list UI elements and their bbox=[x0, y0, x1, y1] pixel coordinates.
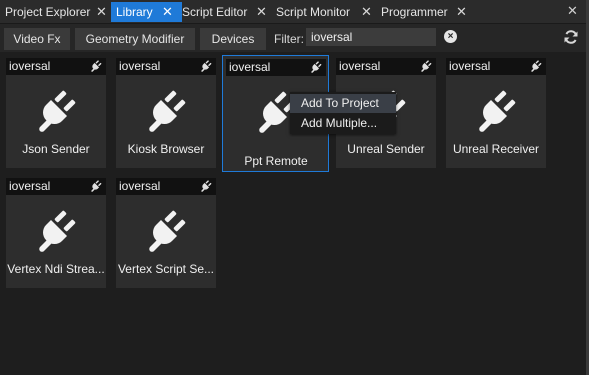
card-vendor: ioversal bbox=[449, 59, 491, 73]
plug-icon bbox=[141, 206, 191, 256]
plug-icon bbox=[309, 60, 323, 74]
card-name: Unreal Receiver bbox=[452, 142, 540, 156]
context-menu: Add To Project Add Multiple... bbox=[290, 92, 396, 134]
tab-programmer[interactable]: Programmer ✕ bbox=[376, 2, 473, 22]
tab-label: Script Editor bbox=[182, 5, 248, 19]
card-name: Ppt Remote bbox=[244, 154, 308, 168]
tab-bar: Project Explorer ✕ Library ✕ Script Edit… bbox=[0, 0, 589, 24]
tab-library[interactable]: Library ✕ bbox=[111, 2, 182, 22]
plug-icon bbox=[419, 59, 433, 73]
tab-label: Programmer bbox=[381, 5, 448, 19]
close-icon[interactable]: ✕ bbox=[162, 2, 173, 22]
tab-label: Project Explorer bbox=[5, 5, 91, 19]
close-icon[interactable]: ✕ bbox=[256, 2, 267, 22]
module-card-kiosk-browser[interactable]: ioversal Kiosk Browser bbox=[116, 58, 216, 168]
card-name: Unreal Sender bbox=[347, 142, 425, 156]
card-name: Json Sender bbox=[22, 142, 90, 156]
filter-bar: Video Fx Geometry Modifier Devices Filte… bbox=[0, 24, 589, 52]
module-card-vertex-script-service[interactable]: ioversal Vertex Script Se... bbox=[116, 178, 216, 288]
plug-icon bbox=[89, 179, 103, 193]
refresh-icon[interactable] bbox=[563, 29, 579, 45]
card-name: Vertex Ndi Strea... bbox=[7, 262, 105, 276]
plug-icon bbox=[529, 59, 543, 73]
card-header: ioversal bbox=[226, 59, 326, 76]
plug-icon bbox=[89, 59, 103, 73]
menu-item-add-multiple[interactable]: Add Multiple... bbox=[290, 114, 396, 133]
filter-devices-button[interactable]: Devices bbox=[200, 28, 266, 50]
card-vendor: ioversal bbox=[119, 59, 161, 73]
card-vendor: ioversal bbox=[119, 179, 161, 193]
card-name: Vertex Script Se... bbox=[117, 262, 215, 276]
card-header: ioversal bbox=[116, 58, 216, 75]
plug-icon bbox=[31, 86, 81, 136]
menu-item-add-to-project[interactable]: Add To Project bbox=[290, 94, 396, 113]
plug-icon bbox=[199, 59, 213, 73]
card-name: Kiosk Browser bbox=[127, 142, 205, 156]
close-icon[interactable]: ✕ bbox=[361, 2, 372, 22]
card-header: ioversal bbox=[336, 58, 436, 75]
card-vendor: ioversal bbox=[229, 60, 271, 74]
clear-filter-icon[interactable]: × bbox=[444, 30, 457, 43]
plug-icon bbox=[471, 86, 521, 136]
module-card-unreal-receiver[interactable]: ioversal Unreal Receiver bbox=[446, 58, 546, 168]
close-icon[interactable]: ✕ bbox=[96, 2, 107, 22]
card-header: ioversal bbox=[6, 178, 106, 195]
window-close-icon[interactable]: ✕ bbox=[567, 3, 578, 19]
tab-project-explorer[interactable]: Project Explorer ✕ bbox=[0, 2, 112, 22]
module-card-json-sender[interactable]: ioversal Json Sender bbox=[6, 58, 106, 168]
close-icon[interactable]: ✕ bbox=[456, 2, 467, 22]
tab-script-editor[interactable]: Script Editor ✕ bbox=[177, 2, 271, 22]
filter-video-fx-button[interactable]: Video Fx bbox=[4, 28, 70, 50]
tab-script-monitor[interactable]: Script Monitor ✕ bbox=[271, 2, 376, 22]
filter-geometry-modifier-button[interactable]: Geometry Modifier bbox=[75, 28, 195, 50]
card-vendor: ioversal bbox=[9, 179, 51, 193]
card-vendor: ioversal bbox=[339, 59, 381, 73]
card-header: ioversal bbox=[116, 178, 216, 195]
tab-label: Library bbox=[116, 5, 153, 19]
filter-input[interactable] bbox=[306, 28, 436, 46]
plug-icon bbox=[199, 179, 213, 193]
card-header: ioversal bbox=[446, 58, 546, 75]
card-header: ioversal bbox=[6, 58, 106, 75]
card-vendor: ioversal bbox=[9, 59, 51, 73]
plug-icon bbox=[31, 206, 81, 256]
module-card-vertex-ndi-stream[interactable]: ioversal Vertex Ndi Strea... bbox=[6, 178, 106, 288]
tab-label: Script Monitor bbox=[276, 5, 351, 19]
plug-icon bbox=[141, 86, 191, 136]
library-grid: ioversal Json Sender ioversal Kiosk Brow… bbox=[0, 52, 589, 375]
filter-label: Filter: bbox=[274, 32, 304, 46]
